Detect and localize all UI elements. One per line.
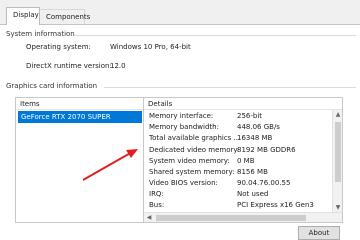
detail-value: 8192 MB GDDR6 xyxy=(237,146,296,154)
system-info-title: System information xyxy=(6,30,75,38)
detail-value: PCI Express x16 Gen3 xyxy=(237,201,314,209)
detail-key: IRQ: xyxy=(149,190,164,198)
detail-key: Bus: xyxy=(149,201,165,209)
tab-display[interactable]: Display xyxy=(6,7,40,25)
detail-key: Dedicated video memory: xyxy=(149,146,240,154)
tab-bar: Display Components xyxy=(0,0,360,25)
detail-value: 256-bit xyxy=(237,112,263,120)
details-horizontal-scrollbar[interactable]: ◀ xyxy=(144,212,342,222)
detail-key: Memory interface: xyxy=(149,112,214,120)
details-vertical-scrollbar[interactable]: ▲ ▼ xyxy=(332,110,342,212)
detail-key: Shared system memory: xyxy=(149,168,235,176)
detail-key: Memory bandwidth: xyxy=(149,123,219,131)
about-button[interactable]: About xyxy=(298,226,340,240)
graphics-info-title: Graphics card information xyxy=(6,82,98,90)
scroll-down-icon[interactable]: ▼ xyxy=(333,203,343,212)
detail-key: Total available graphics ... xyxy=(149,134,241,142)
item-geforce-rtx-2070-super[interactable]: GeForce RTX 2070 SUPER xyxy=(18,111,142,123)
detail-value: 448.06 GB/s xyxy=(237,123,280,131)
scroll-up-icon[interactable]: ▲ xyxy=(333,110,343,119)
detail-value: 16348 MB xyxy=(237,134,273,142)
os-value: Windows 10 Pro, 64-bit xyxy=(110,43,191,51)
detail-value: 0 MB xyxy=(237,157,255,165)
os-label: Operating system: xyxy=(26,43,91,51)
tab-divider xyxy=(0,24,360,25)
nvidia-system-information-window: Display Components System information Op… xyxy=(0,0,360,240)
tab-components[interactable]: Components xyxy=(39,9,90,24)
scroll-thumb[interactable] xyxy=(156,215,306,221)
scroll-left-icon[interactable]: ◀ xyxy=(144,213,154,223)
detail-key: Video BIOS version: xyxy=(149,179,218,187)
graphics-info-divider xyxy=(104,87,356,88)
items-header[interactable]: Items xyxy=(16,98,143,110)
detail-key: System video memory: xyxy=(149,157,230,165)
detail-value: Not used xyxy=(237,190,269,198)
details-header[interactable]: Details xyxy=(144,98,342,110)
detail-value: 90.04.76.00.55 xyxy=(237,179,291,187)
items-panel: Items GeForce RTX 2070 SUPER xyxy=(15,97,144,223)
details-panel: Details Memory interface: 256-bit Memory… xyxy=(143,97,343,223)
directx-label: DirectX runtime version: xyxy=(26,62,112,70)
detail-value: 8156 MB xyxy=(237,168,268,176)
directx-value: 12.0 xyxy=(110,62,126,70)
scroll-thumb[interactable] xyxy=(335,122,341,182)
system-info-divider xyxy=(74,35,356,36)
